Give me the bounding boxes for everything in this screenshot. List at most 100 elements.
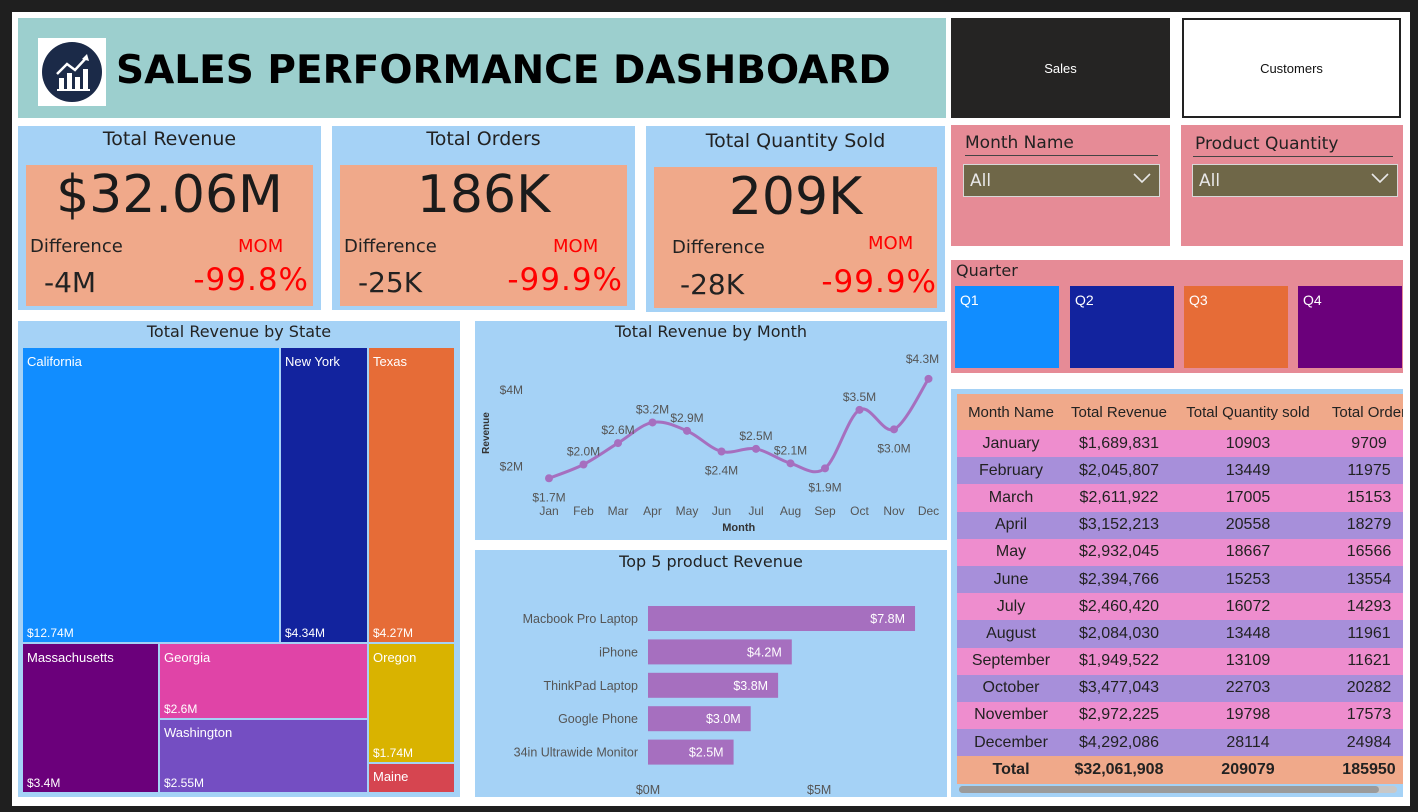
revenue-by-state-panel: Total Revenue by State California $12.74… [18,321,460,797]
table-row[interactable]: November $2,972,225 19798 17573 [957,701,1403,730]
data-label: $2.9M [670,411,703,425]
table-cell: 28114 [1173,729,1323,757]
table-cell: 13449 [1173,457,1323,485]
table-total-cell: Total [957,756,1065,785]
y-tick-label: $4M [500,383,523,397]
data-label: $3.8M [733,679,768,693]
kpi-title: Total Orders [426,128,541,150]
table-row[interactable]: February $2,045,807 13449 11975 [957,457,1403,485]
treemap-value: $1.74M [373,746,414,760]
table-cell: 18667 [1173,538,1323,566]
table-cell: $2,394,766 [1065,565,1173,594]
quarter-q2-button[interactable]: Q2 [1070,286,1174,368]
table-row[interactable]: July $2,460,420 16072 14293 [957,593,1403,621]
column-header[interactable]: Total Order [1323,394,1403,430]
treemap-cell-texas[interactable]: Texas $4.27M [369,348,454,642]
table-cell: $3,477,043 [1065,674,1173,702]
treemap-cell-georgia[interactable]: Georgia $2.6M [160,644,367,718]
quarter-q1-button[interactable]: Q1 [955,286,1059,368]
treemap-cell-california[interactable]: California $12.74M [23,348,279,642]
treemap-value: $4.27M [373,626,414,640]
chevron-down-icon [1371,173,1389,184]
x-tick-label: Oct [850,504,869,518]
column-header[interactable]: Total Revenue [1065,394,1173,430]
line-point [752,444,760,453]
table-cell: 18279 [1323,511,1403,539]
table-cell: 16072 [1173,593,1323,621]
month-name-dropdown[interactable]: All [963,164,1160,197]
month-name-slicer: Month Name All [951,125,1170,246]
sales-page-button[interactable]: Sales [951,18,1170,118]
kpi-title: Total Revenue [102,128,237,150]
chart-title: Total Revenue by State [146,322,332,341]
table-cell: 11975 [1323,457,1403,485]
table-row[interactable]: March $2,611,922 17005 15153 [957,484,1403,512]
treemap-value: $4.34M [285,626,326,640]
table-cell: $2,611,922 [1065,484,1173,512]
data-label: $3.2M [636,402,669,416]
treemap-cell-oregon[interactable]: Oregon $1.74M [369,644,454,762]
table-row[interactable]: October $3,477,043 22703 20282 [957,674,1403,702]
category-label: iPhone [599,645,638,659]
x-tick-label: $0M [636,783,660,797]
treemap-cell-washington[interactable]: Washington $2.55M [160,720,367,792]
column-header[interactable]: Month Name [957,394,1065,430]
table-cell: 11621 [1323,647,1403,675]
kpi-difference-value: -28K [680,268,745,301]
x-tick-label: Mar [608,504,629,518]
slicer-underline [965,155,1158,156]
table-cell: March [957,484,1065,512]
data-label: $2.1M [774,443,807,457]
table-cell: $1,689,831 [1065,430,1173,458]
treemap-label: Texas [373,354,407,369]
x-tick-label: $5M [807,783,831,797]
x-tick-label: Aug [780,504,801,518]
table-row[interactable]: August $2,084,030 13448 11961 [957,620,1403,648]
table-row[interactable]: April $3,152,213 20558 18279 [957,511,1403,539]
treemap-cell-massachusetts[interactable]: Massachusetts $3.4M [23,644,158,792]
table-cell: 15253 [1173,565,1323,594]
treemap-cell-maine[interactable]: Maine [369,764,454,792]
treemap-cell-new-york[interactable]: New York $4.34M [281,348,367,642]
table-cell: 11961 [1323,620,1403,648]
data-label: $2.4M [705,464,738,478]
table-row[interactable]: December $4,292,086 28114 24984 [957,729,1403,757]
x-tick-label: Feb [573,504,594,518]
kpi-mom-label: MOM [553,236,599,257]
scrollbar-thumb[interactable] [959,786,1379,793]
y-axis-title: Revenue [481,412,492,454]
table-cell: 19798 [1173,701,1323,730]
slicer-label: Month Name [965,133,1074,153]
table-row[interactable]: September $1,949,522 13109 11621 [957,647,1403,675]
customers-page-button[interactable]: Customers [1182,18,1401,118]
data-label: $2.6M [601,423,634,437]
line-point [648,418,657,427]
kpi-value: 209K [728,167,863,227]
quarter-q4-button[interactable]: Q4 [1298,286,1402,368]
page-title: SALES PERFORMANCE DASHBOARD [116,48,891,93]
line-point [855,405,864,414]
treemap-label: California [27,354,82,369]
kpi-mom-value: -99.8% [193,262,309,298]
header-banner: SALES PERFORMANCE DASHBOARD [18,18,946,118]
column-header[interactable]: Total Quantity sold [1173,394,1323,430]
table-row[interactable]: May $2,932,045 18667 16566 [957,538,1403,566]
table-cell: $2,932,045 [1065,538,1173,566]
table-cell: 13448 [1173,620,1323,648]
table-total-cell: 209079 [1173,756,1323,785]
line-point [683,426,691,435]
line-point [614,439,622,448]
table-row[interactable]: January $1,689,831 10903 9709 [957,430,1403,458]
table-cell: 17005 [1173,484,1323,512]
table-cell: May [957,538,1065,566]
table-cell: $2,460,420 [1065,593,1173,621]
table-cell: $2,084,030 [1065,620,1173,648]
product-quantity-dropdown[interactable]: All [1192,164,1398,197]
kpi-title: Total Quantity Sold [705,130,886,152]
dashboard-canvas: SALES PERFORMANCE DASHBOARD Sales Custom… [12,12,1410,806]
quarter-slicer: Quarter Q1 Q2 Q3 Q4 [951,260,1403,373]
x-axis-title: Month [722,522,755,534]
quarter-q3-button[interactable]: Q3 [1184,286,1288,368]
bar-chart-trend-icon [42,42,102,102]
table-row[interactable]: June $2,394,766 15253 13554 [957,565,1403,594]
